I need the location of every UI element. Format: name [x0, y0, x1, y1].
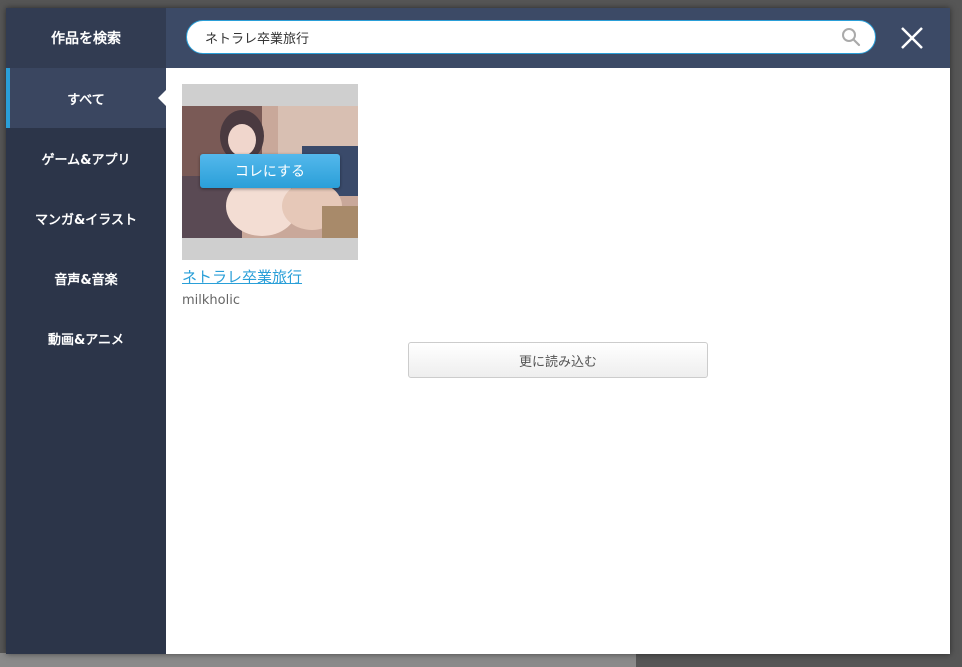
search-icon[interactable]: [841, 27, 861, 47]
backdrop-strip: [0, 653, 636, 667]
search-box[interactable]: [186, 20, 876, 54]
sidebar-item-video-anime[interactable]: 動画&アニメ: [6, 308, 166, 368]
load-more-button[interactable]: 更に読み込む: [408, 342, 708, 378]
sidebar-item-games-apps[interactable]: ゲーム&アプリ: [6, 128, 166, 188]
search-modal: 作品を検索 すべて ゲーム&アプリ マンガ&イラスト 音声&音楽 動画&アニメ: [6, 8, 950, 654]
product-title-link[interactable]: ネトラレ卒業旅行: [182, 266, 358, 287]
choose-button[interactable]: コレにする: [200, 154, 340, 188]
category-sidebar: 作品を検索 すべて ゲーム&アプリ マンガ&イラスト 音声&音楽 動画&アニメ: [6, 8, 166, 654]
close-icon[interactable]: [898, 24, 926, 52]
search-input[interactable]: [205, 21, 825, 53]
product-maker: milkholic: [182, 293, 240, 308]
sidebar-item-all[interactable]: すべて: [6, 68, 166, 128]
sidebar-item-manga-illust[interactable]: マンガ&イラスト: [6, 188, 166, 248]
search-header: [166, 8, 950, 68]
product-thumbnail[interactable]: コレにする: [182, 84, 358, 260]
result-card: コレにする ネトラレ卒業旅行 milkholic: [182, 84, 358, 308]
sidebar-item-voice-music[interactable]: 音声&音楽: [6, 248, 166, 308]
sidebar-title: 作品を検索: [6, 8, 166, 68]
results-area: コレにする ネトラレ卒業旅行 milkholic 更に読み込む: [166, 68, 950, 654]
